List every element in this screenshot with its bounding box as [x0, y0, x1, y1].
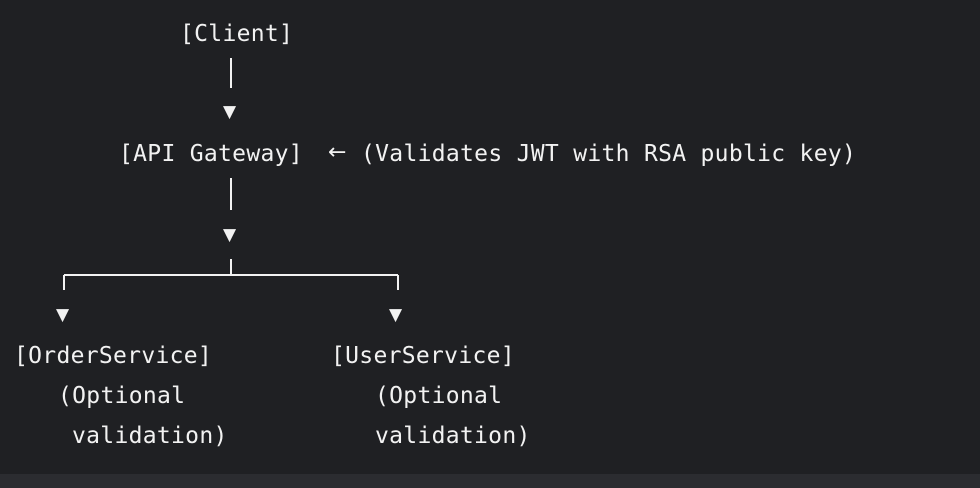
order-service-label: [OrderService]: [14, 343, 213, 369]
order-service-note-line2: validation): [72, 423, 228, 449]
user-service-note-line1: (Optional: [375, 383, 503, 409]
gateway-note: (Validates JWT with RSA public key): [361, 141, 857, 167]
user-service-label: [UserService]: [331, 343, 515, 369]
down-triangle-icon: ▼: [56, 305, 70, 325]
diagram-canvas: [Client] ▼ [API Gateway] ← (Validates JW…: [0, 0, 980, 474]
left-arrow-icon: ←: [328, 140, 347, 165]
bottom-strip: [0, 474, 980, 488]
down-triangle-icon: ▼: [223, 225, 237, 245]
order-service-note-line1: (Optional: [58, 383, 186, 409]
gateway-node-label: [API Gateway]: [119, 141, 303, 167]
user-service-note-line2: validation): [375, 423, 531, 449]
down-triangle-icon: ▼: [223, 102, 237, 122]
down-triangle-icon: ▼: [389, 305, 403, 325]
client-node-label: [Client]: [180, 21, 294, 47]
